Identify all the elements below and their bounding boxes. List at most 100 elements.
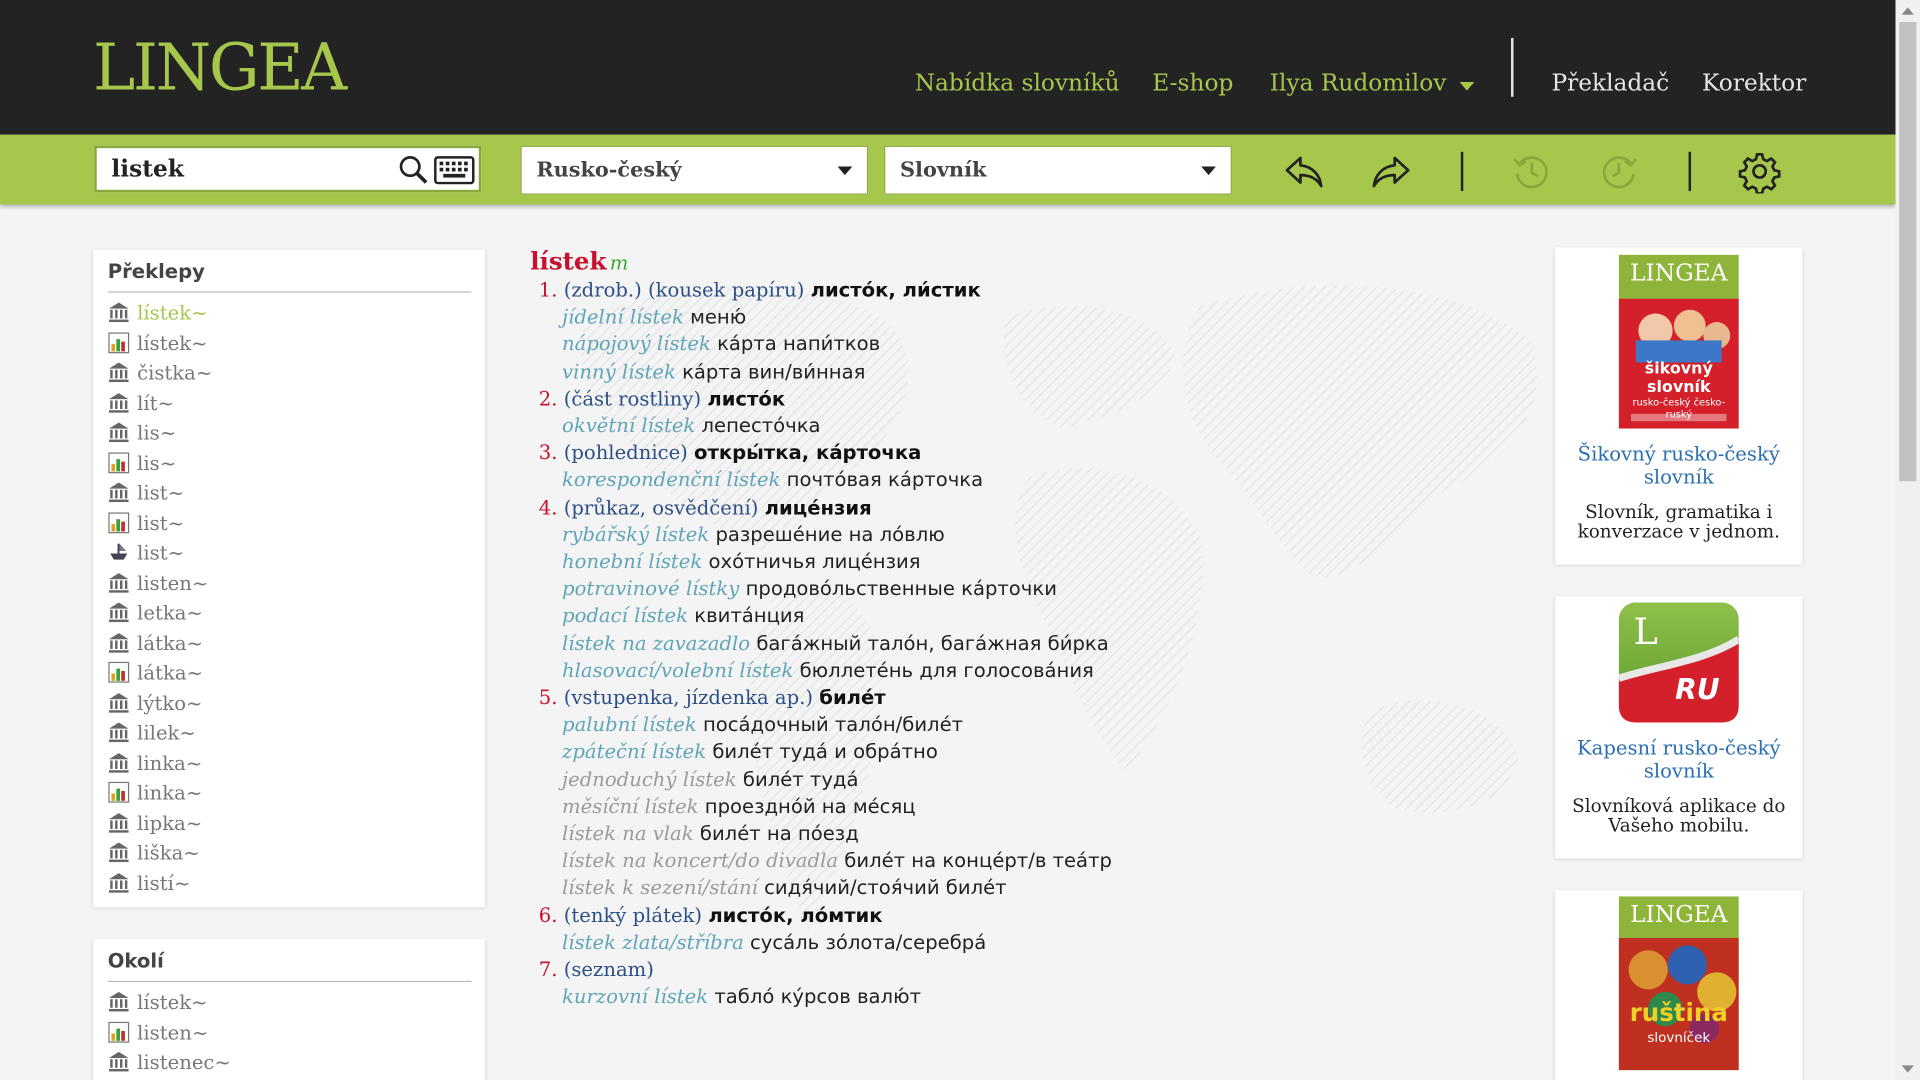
list-item[interactable]: lístek~ bbox=[108, 301, 208, 328]
example-czech[interactable]: jednoduchý lístek bbox=[562, 767, 737, 790]
example-czech[interactable]: jídelní lístek bbox=[562, 305, 684, 328]
search-input[interactable] bbox=[111, 153, 381, 185]
list-item[interactable]: listen~ bbox=[108, 571, 208, 598]
list-item-word: list~ bbox=[137, 511, 185, 535]
chart-icon bbox=[108, 331, 130, 353]
list-item[interactable]: lístek~ bbox=[108, 991, 207, 1018]
app-icon-code: RU bbox=[1675, 674, 1720, 707]
list-item[interactable]: letka~ bbox=[108, 601, 203, 628]
example-russian: охо́тничья лице́нзия bbox=[708, 549, 921, 574]
example-czech[interactable]: lístek na zavazadlo bbox=[562, 631, 750, 654]
chevron-down-icon[interactable] bbox=[1459, 82, 1475, 91]
example-czech[interactable]: korespondenční lístek bbox=[562, 468, 780, 491]
example-czech[interactable]: hlasovací/volební lístek bbox=[562, 659, 793, 682]
ad-card-book[interactable]: LINGEA šikovný slovník rusko-český česko… bbox=[1555, 247, 1803, 565]
list-item-word: liška~ bbox=[137, 841, 200, 865]
ad-title[interactable]: Šikovný rusko-český slovník bbox=[1555, 442, 1802, 489]
example-czech[interactable]: zpáteční lístek bbox=[562, 740, 706, 763]
ad-card-app[interactable]: L RU Kapesní rusko-český slovník Slovník… bbox=[1555, 596, 1803, 859]
history-forward-icon[interactable] bbox=[1597, 149, 1641, 193]
lingea-logo[interactable]: LINGEA bbox=[93, 31, 347, 107]
list-item[interactable]: látka~ bbox=[108, 661, 203, 688]
example-line: podací lístek квита́нция bbox=[562, 604, 804, 631]
language-direction-select[interactable]: Rusko-český bbox=[520, 145, 869, 195]
ad-title[interactable]: Kapesní rusko-český slovník bbox=[1555, 736, 1802, 783]
sense-gloss[interactable]: (tenký plátek) bbox=[564, 903, 702, 926]
part-of-speech: m bbox=[609, 251, 629, 275]
bank-icon bbox=[108, 302, 129, 323]
sense-gloss[interactable]: (zdrob.) (kousek papíru) bbox=[564, 278, 805, 301]
list-item-word: látka~ bbox=[137, 661, 203, 685]
ad-card-phrasebook[interactable]: LINGEA ruština slovníček bbox=[1555, 890, 1803, 1080]
example-czech[interactable]: honební lístek bbox=[562, 550, 702, 573]
list-item[interactable]: list~ bbox=[108, 481, 184, 508]
example-czech[interactable]: vinný lístek bbox=[562, 360, 676, 383]
scrollbar-thumb[interactable] bbox=[1899, 22, 1917, 482]
example-czech[interactable]: kurzovní lístek bbox=[562, 985, 708, 1008]
example-czech[interactable]: lístek k sezení/stání bbox=[562, 876, 758, 899]
typo-suggestions-panel: Překlepy lístek~ lístek~ čistka~ lít~ lis~ li… bbox=[93, 249, 485, 908]
list-item[interactable]: lístek~ bbox=[108, 331, 208, 358]
sense-gloss[interactable]: (průkaz, osvědčení) bbox=[564, 495, 759, 518]
list-item[interactable]: listenec~ bbox=[108, 1051, 231, 1078]
example-czech[interactable]: rybářský lístek bbox=[562, 523, 709, 546]
example-czech[interactable]: potravinové lístky bbox=[562, 577, 739, 600]
example-russian: проездно́й на ме́сяц bbox=[704, 794, 916, 818]
nav-dictionary-offer[interactable]: Nabídka slovníků bbox=[915, 70, 1120, 97]
forward-icon[interactable] bbox=[1369, 149, 1413, 193]
list-item[interactable]: linka~ bbox=[108, 781, 202, 808]
sense-number: 3. bbox=[538, 441, 558, 465]
back-icon[interactable] bbox=[1282, 149, 1326, 193]
scroll-up-arrow[interactable] bbox=[1901, 7, 1914, 15]
list-item[interactable]: liška~ bbox=[108, 841, 200, 868]
list-item[interactable]: látka~ bbox=[108, 631, 203, 658]
example-czech[interactable]: lístek na vlak bbox=[562, 822, 694, 845]
list-item[interactable]: list~ bbox=[108, 541, 184, 568]
keyboard-icon[interactable] bbox=[433, 154, 475, 186]
example-czech[interactable]: nápojový lístek bbox=[562, 332, 711, 355]
list-item[interactable]: lis~ bbox=[108, 421, 176, 448]
nav-corrector[interactable]: Korektor bbox=[1702, 70, 1806, 97]
example-czech[interactable]: měsíční lístek bbox=[562, 794, 699, 817]
sense-gloss[interactable]: (seznam) bbox=[564, 958, 654, 981]
nav-eshop[interactable]: E-shop bbox=[1152, 70, 1233, 97]
example-russian: биле́т на конце́рт/в теа́тр bbox=[844, 848, 1112, 873]
sense-gloss[interactable]: (část rostliny) bbox=[564, 387, 701, 410]
panel-divider bbox=[107, 980, 472, 983]
ship-icon bbox=[110, 543, 128, 560]
list-item[interactable]: lilek~ bbox=[108, 721, 196, 748]
list-item-word: lístek~ bbox=[137, 301, 208, 325]
example-czech[interactable]: okvětní lístek bbox=[562, 414, 695, 437]
list-item[interactable]: listí~ bbox=[108, 871, 190, 898]
list-item[interactable]: linka~ bbox=[108, 751, 202, 778]
list-item-word: lístek~ bbox=[137, 331, 208, 355]
history-back-icon[interactable] bbox=[1510, 149, 1554, 193]
scroll-down-arrow[interactable] bbox=[1901, 1065, 1914, 1073]
list-item[interactable]: lis~ bbox=[108, 451, 176, 478]
nav-translator[interactable]: Překladač bbox=[1551, 70, 1669, 97]
example-russian: меню́ bbox=[690, 305, 747, 329]
list-item-word: listen~ bbox=[137, 1020, 209, 1044]
list-item[interactable]: list~ bbox=[108, 511, 184, 538]
page: LINGEA Nabídka slovníků E-shop Ilya Rudo… bbox=[0, 0, 1920, 1080]
list-item[interactable]: lýtko~ bbox=[108, 691, 202, 718]
sense-gloss[interactable]: (pohlednice) bbox=[564, 441, 688, 464]
app-icon-letter: L bbox=[1633, 611, 1658, 654]
example-line: honební lístek охо́тничья лице́нзия bbox=[562, 550, 920, 577]
list-item[interactable]: listen~ bbox=[108, 1021, 208, 1048]
example-czech[interactable]: lístek zlata/stříbra bbox=[562, 930, 744, 953]
example-russian: биле́т туда́ и обра́тно bbox=[712, 740, 938, 764]
example-czech[interactable]: lístek na koncert/do divadla bbox=[562, 849, 838, 872]
sense-number: 1. bbox=[538, 277, 558, 302]
example-czech[interactable]: podací lístek bbox=[562, 604, 688, 627]
example-czech[interactable]: palubní lístek bbox=[562, 713, 697, 736]
gear-icon[interactable] bbox=[1738, 149, 1782, 194]
list-item[interactable]: čistka~ bbox=[108, 361, 212, 388]
mode-select[interactable]: Slovník bbox=[884, 145, 1232, 195]
list-item[interactable]: lít~ bbox=[108, 391, 174, 418]
bank-icon bbox=[108, 422, 129, 443]
sense-gloss[interactable]: (vstupenka, jízdenka ap.) bbox=[564, 686, 813, 709]
list-item[interactable]: lipka~ bbox=[108, 811, 202, 838]
user-menu[interactable]: Ilya Rudomilov bbox=[1270, 70, 1447, 97]
search-icon[interactable] bbox=[398, 154, 430, 186]
